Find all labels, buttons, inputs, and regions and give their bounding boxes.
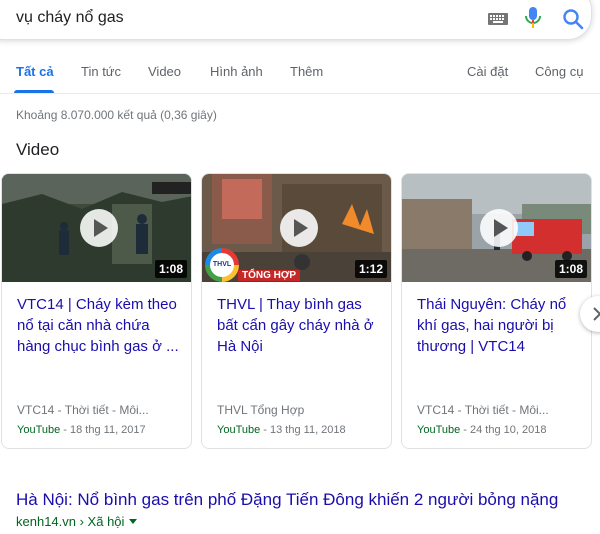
tab-news[interactable]: Tin tức	[81, 64, 121, 79]
result-domain: kenh14.vn	[16, 514, 76, 529]
active-tab-indicator	[14, 90, 54, 93]
video-source: YouTube - 13 thg 11, 2018	[217, 424, 346, 436]
play-icon[interactable]	[280, 209, 318, 247]
channel-logo: THVL	[205, 248, 239, 282]
video-thumbnail[interactable]: 1:08	[402, 174, 591, 282]
result-url: kenh14.vn › Xã hội	[16, 514, 138, 529]
tab-video[interactable]: Video	[148, 64, 181, 79]
video-platform: YouTube	[17, 424, 61, 436]
video-channel: THVL Tổng Hợp	[217, 403, 305, 417]
chevron-right-icon	[593, 307, 600, 321]
video-duration: 1:08	[154, 260, 187, 278]
video-duration: 1:12	[354, 260, 387, 278]
video-title-link[interactable]: THVL | Thay bình gas bất cẩn gây cháy nh…	[217, 294, 383, 357]
result-breadcrumb: › Xã hội	[76, 514, 125, 529]
video-card[interactable]: 1:08 VTC14 | Cháy kèm theo nổ tại căn nh…	[1, 173, 192, 449]
video-date: - 24 thg 10, 2018	[460, 424, 547, 436]
tab-all[interactable]: Tất cả	[16, 64, 54, 79]
video-channel: VTC14 - Thời tiết - Môi...	[17, 403, 149, 417]
caret-down-icon[interactable]	[129, 519, 138, 524]
result-stats: Khoảng 8.070.000 kết quả (0,36 giây)	[16, 108, 217, 122]
video-thumbnail[interactable]: THVL TỔNG HỢP 1:12	[202, 174, 391, 282]
video-card[interactable]: THVL TỔNG HỢP 1:12 THVL | Thay bình gas …	[201, 173, 392, 449]
tab-tools[interactable]: Công cụ	[535, 64, 583, 79]
play-icon[interactable]	[480, 209, 518, 247]
search-input[interactable]: vụ cháy nổ gas	[16, 9, 124, 27]
video-date: - 13 thg 11, 2018	[260, 424, 346, 436]
video-card[interactable]: 1:08 Thái Nguyên: Cháy nổ khí gas, hai n…	[401, 173, 592, 449]
search-tabs: Tất cả Tin tức Video Hình ảnh Thêm Cài đ…	[0, 50, 600, 94]
keyboard-icon[interactable]	[488, 13, 508, 25]
play-icon[interactable]	[80, 209, 118, 247]
tab-settings[interactable]: Cài đặt	[467, 64, 508, 79]
video-section-title: Video	[16, 140, 60, 159]
video-channel: VTC14 - Thời tiết - Môi...	[417, 403, 549, 417]
video-title-link[interactable]: Thái Nguyên: Cháy nổ khí gas, hai người …	[417, 294, 583, 357]
video-platform: YouTube	[417, 424, 461, 436]
search-box[interactable]: vụ cháy nổ gas	[0, 0, 592, 40]
thumb-overlay-label: TỔNG HỢP	[238, 270, 301, 281]
channel-logo-text: THVL	[210, 253, 234, 277]
video-source: YouTube - 24 thg 10, 2018	[417, 424, 546, 436]
video-platform: YouTube	[217, 424, 261, 436]
tab-images[interactable]: Hình ảnh	[210, 64, 263, 79]
video-source: YouTube - 18 thg 11, 2017	[17, 424, 146, 436]
result-title-link[interactable]: Hà Nội: Nổ bình gas trên phố Đặng Tiến Đ…	[16, 490, 558, 510]
video-thumbnail[interactable]: 1:08	[2, 174, 191, 282]
video-date: - 18 thg 11, 2017	[60, 424, 146, 436]
search-icon[interactable]	[562, 8, 584, 30]
video-title-link[interactable]: VTC14 | Cháy kèm theo nổ tại căn nhà chứ…	[17, 294, 183, 357]
video-duration: 1:08	[554, 260, 587, 278]
tab-more[interactable]: Thêm	[290, 64, 323, 79]
microphone-icon[interactable]	[525, 7, 541, 29]
